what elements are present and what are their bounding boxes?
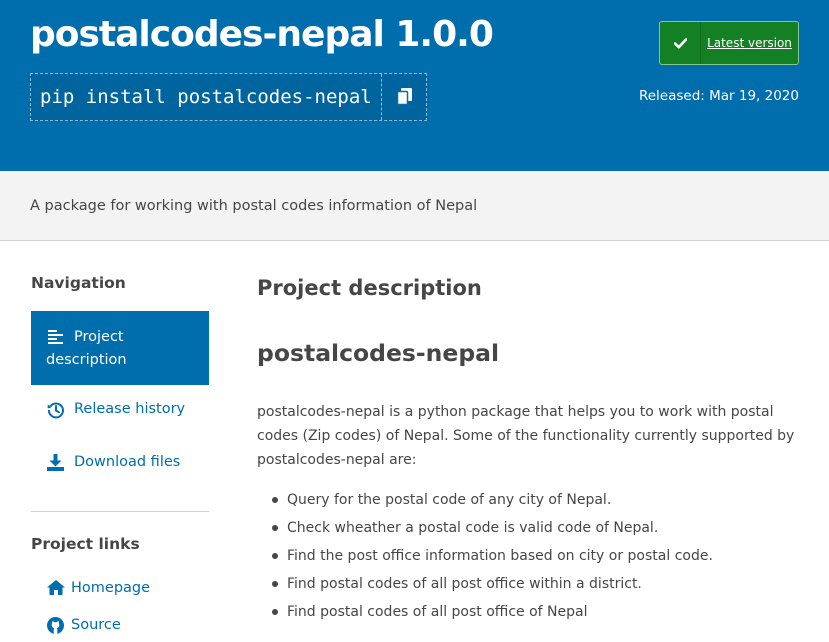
nav-item-label: Project description bbox=[46, 329, 127, 368]
navigation-heading: Navigation bbox=[31, 274, 126, 292]
list-item: Find postal codes of all post office of … bbox=[257, 600, 817, 628]
package-title: postalcodes-nepal 1.0.0 bbox=[30, 14, 494, 55]
bullet-dot bbox=[272, 581, 278, 587]
list-item-text: Find postal codes of all post office wit… bbox=[287, 576, 642, 592]
list-item: Check wheather a postal code is valid co… bbox=[257, 516, 817, 544]
check-icon bbox=[673, 37, 687, 48]
latest-version-button[interactable]: Latest version bbox=[659, 21, 799, 65]
nav-item-label: Download files bbox=[74, 454, 181, 470]
list-item-text: Query for the postal code of any city of… bbox=[287, 492, 612, 508]
github-icon bbox=[47, 617, 64, 638]
copy-icon bbox=[396, 88, 412, 106]
home-icon bbox=[47, 580, 65, 599]
bullet-dot bbox=[272, 525, 278, 531]
history-icon bbox=[47, 401, 65, 423]
latest-check-area bbox=[660, 22, 701, 64]
latest-version-label: Latest version bbox=[707, 36, 792, 50]
nav-item-project-description[interactable]: Project description bbox=[31, 311, 209, 385]
bullet-dot bbox=[272, 609, 278, 615]
list-item: Find the post office information based o… bbox=[257, 544, 817, 572]
release-date: Released: Mar 19, 2020 bbox=[638, 88, 799, 104]
project-link-source[interactable]: Source bbox=[31, 614, 209, 640]
package-summary: A package for working with postal codes … bbox=[30, 198, 478, 214]
feature-list: Query for the postal code of any city of… bbox=[257, 488, 817, 628]
package-summary-band: A package for working with postal codes … bbox=[0, 171, 829, 241]
list-item-text: Check wheather a postal code is valid co… bbox=[287, 520, 659, 536]
list-item: Query for the postal code of any city of… bbox=[257, 488, 817, 516]
sidebar-divider bbox=[31, 511, 209, 512]
project-link-label: Source bbox=[71, 617, 121, 633]
pip-command-box: pip install postalcodes-nepal bbox=[30, 73, 427, 121]
pip-command-text[interactable]: pip install postalcodes-nepal bbox=[40, 86, 372, 108]
nav-item-release-history[interactable]: Release history bbox=[31, 397, 209, 427]
list-item-text: Find postal codes of all post office of … bbox=[287, 604, 588, 620]
nav-item-download-files[interactable]: Download files bbox=[31, 450, 209, 480]
bullet-dot bbox=[272, 497, 278, 503]
bullet-dot bbox=[272, 553, 278, 559]
copy-pip-command-button[interactable] bbox=[381, 74, 427, 120]
project-link-label: Homepage bbox=[71, 580, 151, 596]
list-item: Find postal codes of all post office wit… bbox=[257, 572, 817, 600]
readme-paragraph: postalcodes-nepal is a python package th… bbox=[257, 404, 795, 468]
list-item-text: Find the post office information based o… bbox=[287, 548, 713, 564]
download-icon bbox=[47, 454, 64, 475]
nav-item-label: Release history bbox=[74, 401, 186, 417]
project-links-heading: Project links bbox=[31, 535, 140, 553]
project-description-heading: Project description bbox=[257, 276, 482, 300]
project-link-homepage[interactable]: Homepage bbox=[31, 577, 209, 603]
package-header: postalcodes-nepal 1.0.0 pip install post… bbox=[0, 0, 829, 171]
readme-title: postalcodes-nepal bbox=[257, 339, 500, 367]
